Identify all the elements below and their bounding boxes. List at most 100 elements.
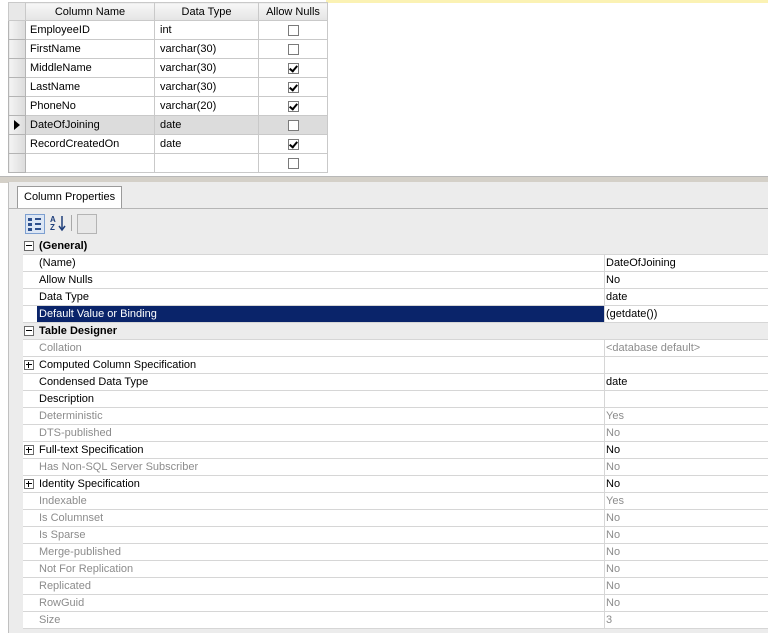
row-selector[interactable] <box>9 154 26 173</box>
property-value[interactable]: No <box>604 578 768 594</box>
expand-icon[interactable] <box>24 479 34 489</box>
data-type-cell[interactable] <box>155 154 259 173</box>
property-value[interactable]: No <box>604 425 768 441</box>
property-value[interactable]: No <box>604 459 768 475</box>
property-row[interactable]: Is SparseNo <box>23 527 768 544</box>
column-name-cell[interactable]: PhoneNo <box>26 97 155 116</box>
data-type-cell[interactable]: varchar(30) <box>155 78 259 97</box>
property-value[interactable]: No <box>604 442 768 458</box>
property-value[interactable]: date <box>604 374 768 390</box>
data-type-cell[interactable]: varchar(30) <box>155 40 259 59</box>
property-value[interactable]: No <box>604 527 768 543</box>
property-value[interactable]: Yes <box>604 493 768 509</box>
allow-nulls-checkbox[interactable] <box>288 139 299 150</box>
row-selector[interactable] <box>9 116 26 135</box>
property-row[interactable]: IndexableYes <box>23 493 768 510</box>
property-value[interactable]: No <box>604 510 768 526</box>
column-name-cell[interactable]: RecordCreatedOn <box>26 135 155 154</box>
allow-nulls-checkbox[interactable] <box>288 82 299 93</box>
property-row[interactable]: Default Value or Binding(getdate()) <box>23 306 768 323</box>
data-type-cell[interactable]: date <box>155 116 259 135</box>
allow-nulls-checkbox[interactable] <box>288 25 299 36</box>
column-row[interactable]: PhoneNovarchar(20) <box>9 97 328 116</box>
column-name-header[interactable]: Column Name <box>26 3 155 21</box>
property-row[interactable]: Computed Column Specification <box>23 357 768 374</box>
property-name: Merge-published <box>37 544 605 560</box>
property-row[interactable]: DTS-publishedNo <box>23 425 768 442</box>
property-row[interactable]: (Name)DateOfJoining <box>23 255 768 272</box>
property-row[interactable]: Not For ReplicationNo <box>23 561 768 578</box>
property-value[interactable]: No <box>604 544 768 560</box>
property-pages-icon[interactable] <box>77 214 97 234</box>
property-value[interactable]: DateOfJoining <box>604 255 768 271</box>
allow-nulls-checkbox[interactable] <box>288 120 299 131</box>
data-type-cell[interactable]: int <box>155 21 259 40</box>
property-row[interactable]: RowGuidNo <box>23 595 768 612</box>
property-value[interactable]: No <box>604 561 768 577</box>
data-type-cell[interactable]: varchar(20) <box>155 97 259 116</box>
property-name: Is Columnset <box>37 510 605 526</box>
data-type-cell[interactable]: date <box>155 135 259 154</box>
property-value[interactable]: 3 <box>604 612 768 628</box>
column-name-cell[interactable]: MiddleName <box>26 59 155 78</box>
row-selector[interactable] <box>9 78 26 97</box>
column-name-cell[interactable]: EmployeeID <box>26 21 155 40</box>
property-row[interactable]: Full-text SpecificationNo <box>23 442 768 459</box>
property-value[interactable] <box>604 357 768 373</box>
property-value[interactable]: No <box>604 476 768 492</box>
column-name-cell[interactable] <box>26 154 155 173</box>
property-row[interactable]: Is ColumnsetNo <box>23 510 768 527</box>
allow-nulls-header[interactable]: Allow Nulls <box>259 3 328 21</box>
expand-icon[interactable] <box>24 445 34 455</box>
categorized-icon[interactable] <box>25 214 45 234</box>
column-name-cell[interactable]: FirstName <box>26 40 155 59</box>
property-row[interactable]: Has Non-SQL Server SubscriberNo <box>23 459 768 476</box>
property-row[interactable]: Data Typedate <box>23 289 768 306</box>
property-row[interactable]: Identity SpecificationNo <box>23 476 768 493</box>
property-row[interactable]: Allow NullsNo <box>23 272 768 289</box>
property-value[interactable]: <database default> <box>604 340 768 356</box>
column-name-cell[interactable]: DateOfJoining <box>26 116 155 135</box>
allow-nulls-checkbox[interactable] <box>288 158 299 169</box>
property-value[interactable]: No <box>604 272 768 288</box>
property-value[interactable]: (getdate()) <box>604 306 768 322</box>
tab-column-properties[interactable]: Column Properties <box>17 186 122 208</box>
allow-nulls-checkbox[interactable] <box>288 101 299 112</box>
column-row[interactable]: FirstNamevarchar(30) <box>9 40 328 59</box>
row-selector[interactable] <box>9 21 26 40</box>
row-selector[interactable] <box>9 40 26 59</box>
property-category[interactable]: Table Designer <box>23 323 768 340</box>
data-type-cell[interactable]: varchar(30) <box>155 59 259 78</box>
property-value[interactable]: date <box>604 289 768 305</box>
column-row[interactable]: RecordCreatedOndate <box>9 135 328 154</box>
row-selector[interactable] <box>9 97 26 116</box>
row-selector[interactable] <box>9 135 26 154</box>
collapse-icon[interactable] <box>24 241 34 251</box>
expand-icon[interactable] <box>24 360 34 370</box>
alphabetical-sort-icon[interactable]: A Z <box>49 214 67 232</box>
property-value[interactable] <box>604 391 768 407</box>
allow-nulls-checkbox[interactable] <box>288 63 299 74</box>
property-category[interactable]: (General) <box>23 238 768 255</box>
property-row[interactable]: DeterministicYes <box>23 408 768 425</box>
row-selector[interactable] <box>9 59 26 78</box>
column-row[interactable]: DateOfJoiningdate <box>9 116 328 135</box>
property-row[interactable]: ReplicatedNo <box>23 578 768 595</box>
property-name: Allow Nulls <box>37 272 605 288</box>
collapse-icon[interactable] <box>24 326 34 336</box>
column-row[interactable]: EmployeeIDint <box>9 21 328 40</box>
property-value[interactable]: No <box>604 595 768 611</box>
property-row[interactable]: Description <box>23 391 768 408</box>
property-row[interactable]: Collation<database default> <box>23 340 768 357</box>
property-value[interactable]: Yes <box>604 408 768 424</box>
column-row[interactable]: MiddleNamevarchar(30) <box>9 59 328 78</box>
property-row[interactable]: Condensed Data Typedate <box>23 374 768 391</box>
allow-nulls-checkbox[interactable] <box>288 44 299 55</box>
column-row[interactable]: LastNamevarchar(30) <box>9 78 328 97</box>
column-row[interactable] <box>9 154 328 173</box>
data-type-header[interactable]: Data Type <box>155 3 259 21</box>
property-name: Collation <box>37 340 605 356</box>
property-row[interactable]: Merge-publishedNo <box>23 544 768 561</box>
column-name-cell[interactable]: LastName <box>26 78 155 97</box>
property-row[interactable]: Size3 <box>23 612 768 629</box>
